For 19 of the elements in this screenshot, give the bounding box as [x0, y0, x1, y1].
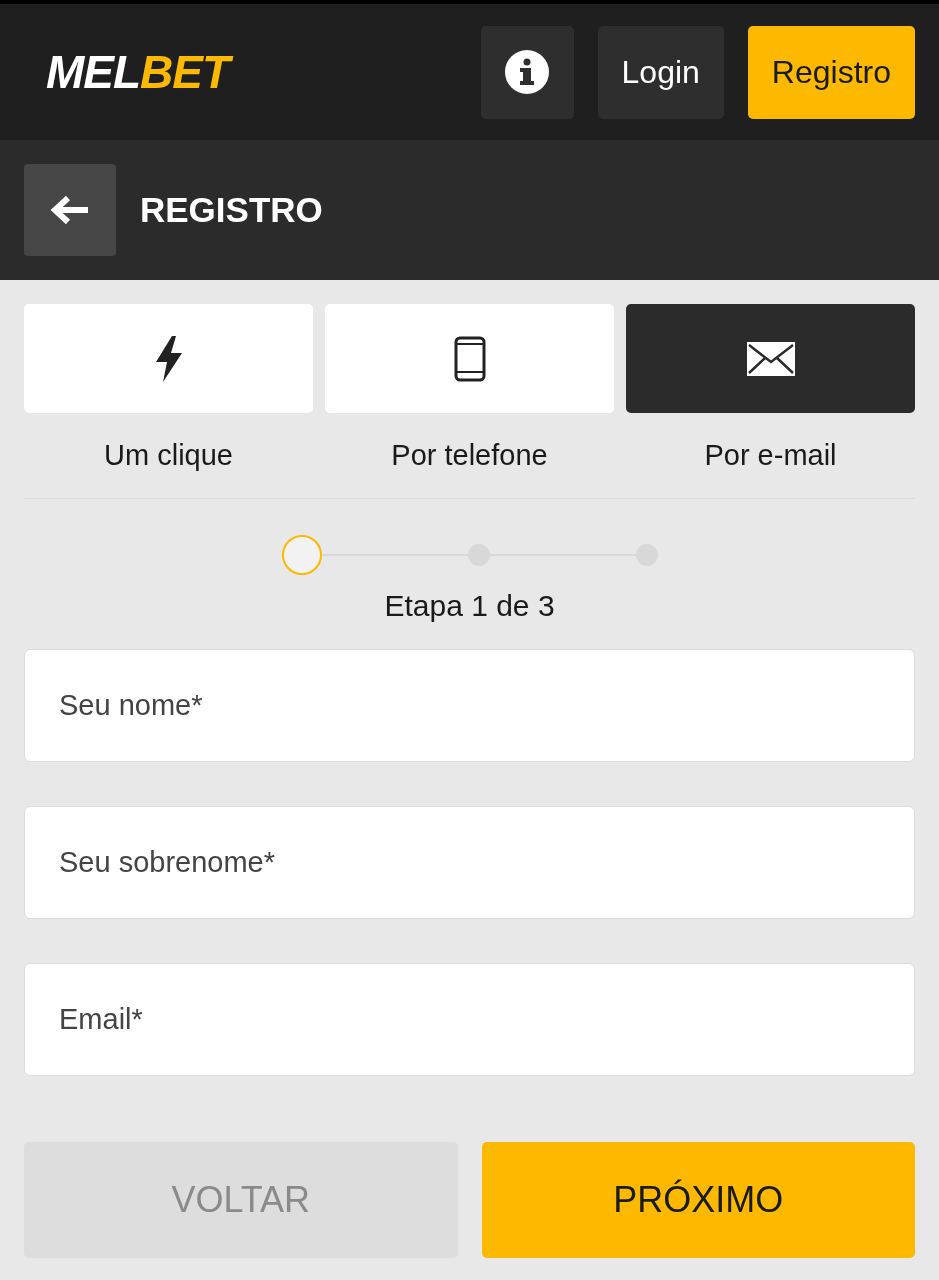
step-caption: Etapa 1 de 3 [383, 589, 556, 623]
tab-label: Por telefone [391, 439, 548, 472]
login-button[interactable]: Login [597, 25, 724, 119]
back-button[interactable] [24, 164, 116, 256]
info-button[interactable] [480, 25, 574, 119]
envelope-icon [746, 341, 795, 376]
lightning-icon [153, 335, 184, 382]
phone-icon [453, 335, 486, 382]
input-field[interactable]: Seu sobrenome* [24, 806, 915, 919]
page-title: REGISTRO [140, 190, 323, 230]
next-button[interactable]: PRÓXIMO [481, 1142, 915, 1258]
input-field[interactable]: Email* [24, 963, 915, 1076]
input-field[interactable]: Seu nome* [24, 649, 915, 762]
registration-tab[interactable] [626, 304, 915, 413]
back-arrow-icon [50, 195, 90, 225]
tab-label: Um clique [104, 439, 233, 472]
tab-label: Por e-mail [704, 439, 837, 472]
info-icon [505, 50, 550, 94]
register-button[interactable]: Registro [747, 25, 915, 119]
